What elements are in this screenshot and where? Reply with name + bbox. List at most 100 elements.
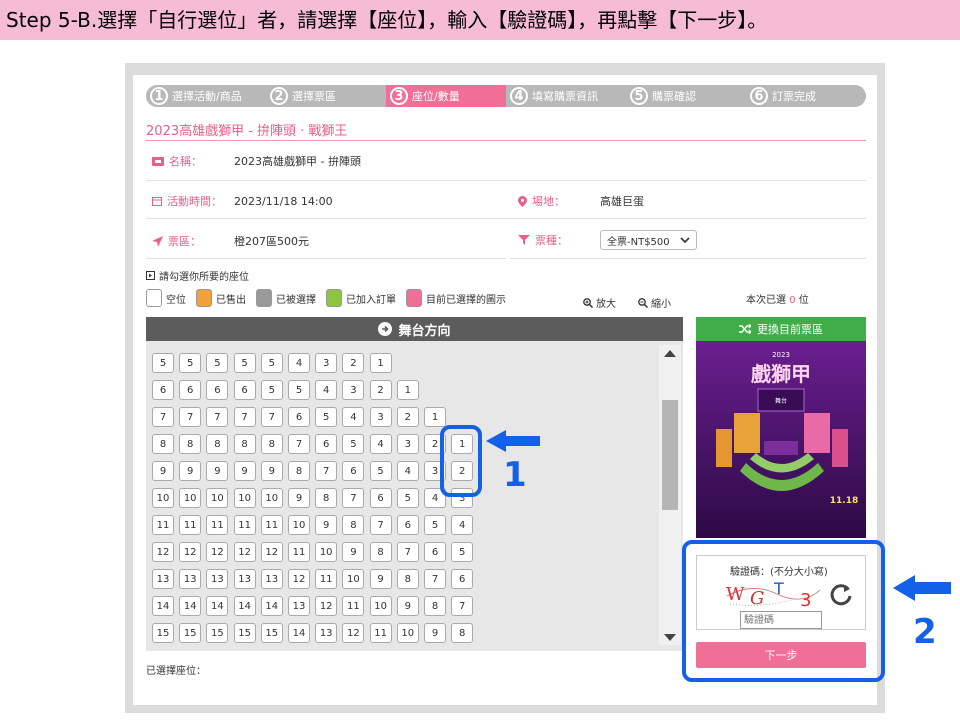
seat[interactable]: 13 <box>152 569 174 589</box>
seat[interactable]: 12 <box>315 596 338 616</box>
seat[interactable]: 6 <box>342 461 365 481</box>
seat[interactable]: 9 <box>342 542 365 562</box>
seat[interactable]: 8 <box>260 434 283 454</box>
seat[interactable]: 6 <box>396 515 419 535</box>
seat[interactable]: 14 <box>288 623 310 643</box>
seat[interactable]: 7 <box>179 407 202 427</box>
seat[interactable]: 9 <box>369 569 392 589</box>
seat[interactable]: 15 <box>260 623 283 643</box>
seat[interactable]: 9 <box>396 596 419 616</box>
seat[interactable]: 8 <box>342 515 365 535</box>
seat[interactable]: 11 <box>342 596 365 616</box>
seat[interactable]: 15 <box>206 623 229 643</box>
seat[interactable]: 1 <box>369 353 392 373</box>
seat[interactable]: 7 <box>288 434 310 454</box>
seat[interactable]: 6 <box>233 380 256 400</box>
seat[interactable]: 3 <box>315 353 338 373</box>
seat[interactable]: 7 <box>233 407 256 427</box>
seat[interactable]: 10 <box>396 623 419 643</box>
seat[interactable]: 5 <box>260 353 283 373</box>
seat[interactable]: 12 <box>288 569 310 589</box>
seat[interactable]: 5 <box>152 353 174 373</box>
seat[interactable]: 1 <box>424 407 446 427</box>
seat[interactable]: 5 <box>342 434 365 454</box>
seat[interactable]: 13 <box>179 569 202 589</box>
seat[interactable]: 3 <box>396 434 419 454</box>
seat[interactable]: 11 <box>206 515 229 535</box>
seat[interactable]: 15 <box>179 623 202 643</box>
seat[interactable]: 11 <box>179 515 202 535</box>
seat[interactable]: 7 <box>260 407 283 427</box>
seat[interactable]: 7 <box>315 461 338 481</box>
seat[interactable]: 6 <box>315 434 338 454</box>
seat[interactable]: 8 <box>152 434 174 454</box>
seat[interactable]: 4 <box>369 434 392 454</box>
seat[interactable]: 3 <box>369 407 392 427</box>
seat[interactable]: 9 <box>424 623 446 643</box>
seat[interactable]: 12 <box>233 542 256 562</box>
seat[interactable]: 10 <box>369 596 392 616</box>
seat[interactable]: 10 <box>288 515 310 535</box>
seat[interactable]: 13 <box>260 569 283 589</box>
seat[interactable]: 14 <box>233 596 256 616</box>
seat[interactable]: 12 <box>206 542 229 562</box>
seat[interactable]: 10 <box>233 488 256 508</box>
seat[interactable]: 13 <box>315 623 338 643</box>
seat[interactable]: 9 <box>233 461 256 481</box>
seat[interactable]: 4 <box>315 380 338 400</box>
seat[interactable]: 11 <box>152 515 174 535</box>
seat[interactable]: 12 <box>152 542 174 562</box>
seat[interactable]: 5 <box>288 380 310 400</box>
seat[interactable]: 6 <box>288 407 310 427</box>
seat[interactable]: 6 <box>451 569 474 589</box>
seat[interactable]: 4 <box>288 353 310 373</box>
seat[interactable]: 7 <box>342 488 365 508</box>
seat[interactable]: 6 <box>152 380 174 400</box>
seat[interactable]: 8 <box>233 434 256 454</box>
seat[interactable]: 7 <box>369 515 392 535</box>
seat[interactable]: 8 <box>396 569 419 589</box>
seat[interactable]: 7 <box>451 596 474 616</box>
seat[interactable]: 14 <box>206 596 229 616</box>
seat[interactable]: 2 <box>342 353 365 373</box>
seat[interactable]: 8 <box>424 596 446 616</box>
change-area-button[interactable]: 更換目前票區 <box>696 317 866 341</box>
seat[interactable]: 9 <box>288 488 310 508</box>
ticket-type-select[interactable]: 全票-NT$500 <box>600 230 697 250</box>
seat[interactable]: 5 <box>260 380 283 400</box>
seat[interactable]: 8 <box>288 461 310 481</box>
seat[interactable]: 5 <box>369 461 392 481</box>
seat[interactable]: 7 <box>396 542 419 562</box>
seat[interactable]: 5 <box>424 515 446 535</box>
seat[interactable]: 13 <box>288 596 310 616</box>
seat[interactable]: 10 <box>342 569 365 589</box>
seat[interactable]: 9 <box>179 461 202 481</box>
seat[interactable]: 5 <box>179 353 202 373</box>
seat[interactable]: 15 <box>233 623 256 643</box>
seat[interactable]: 5 <box>206 353 229 373</box>
seat[interactable]: 8 <box>451 623 474 643</box>
seat[interactable]: 5 <box>315 407 338 427</box>
seat[interactable]: 12 <box>179 542 202 562</box>
seat[interactable]: 9 <box>152 461 174 481</box>
seat[interactable]: 5 <box>396 488 419 508</box>
seat[interactable]: 7 <box>152 407 174 427</box>
seat[interactable]: 10 <box>206 488 229 508</box>
seat[interactable]: 10 <box>179 488 202 508</box>
seat[interactable]: 9 <box>206 461 229 481</box>
seat[interactable]: 11 <box>369 623 392 643</box>
seat[interactable]: 1 <box>396 380 419 400</box>
seat[interactable]: 9 <box>260 461 283 481</box>
seat[interactable]: 11 <box>315 569 338 589</box>
seat[interactable]: 8 <box>315 488 338 508</box>
seat[interactable]: 2 <box>369 380 392 400</box>
seat[interactable]: 5 <box>233 353 256 373</box>
seat[interactable]: 7 <box>206 407 229 427</box>
seat[interactable]: 2 <box>396 407 419 427</box>
seat[interactable]: 14 <box>152 596 174 616</box>
zoom-out-button[interactable]: 縮小 <box>638 295 671 310</box>
seat[interactable]: 13 <box>206 569 229 589</box>
seat[interactable]: 14 <box>179 596 202 616</box>
scroll-up-arrow-icon[interactable] <box>664 350 676 357</box>
seat[interactable]: 5 <box>451 542 474 562</box>
